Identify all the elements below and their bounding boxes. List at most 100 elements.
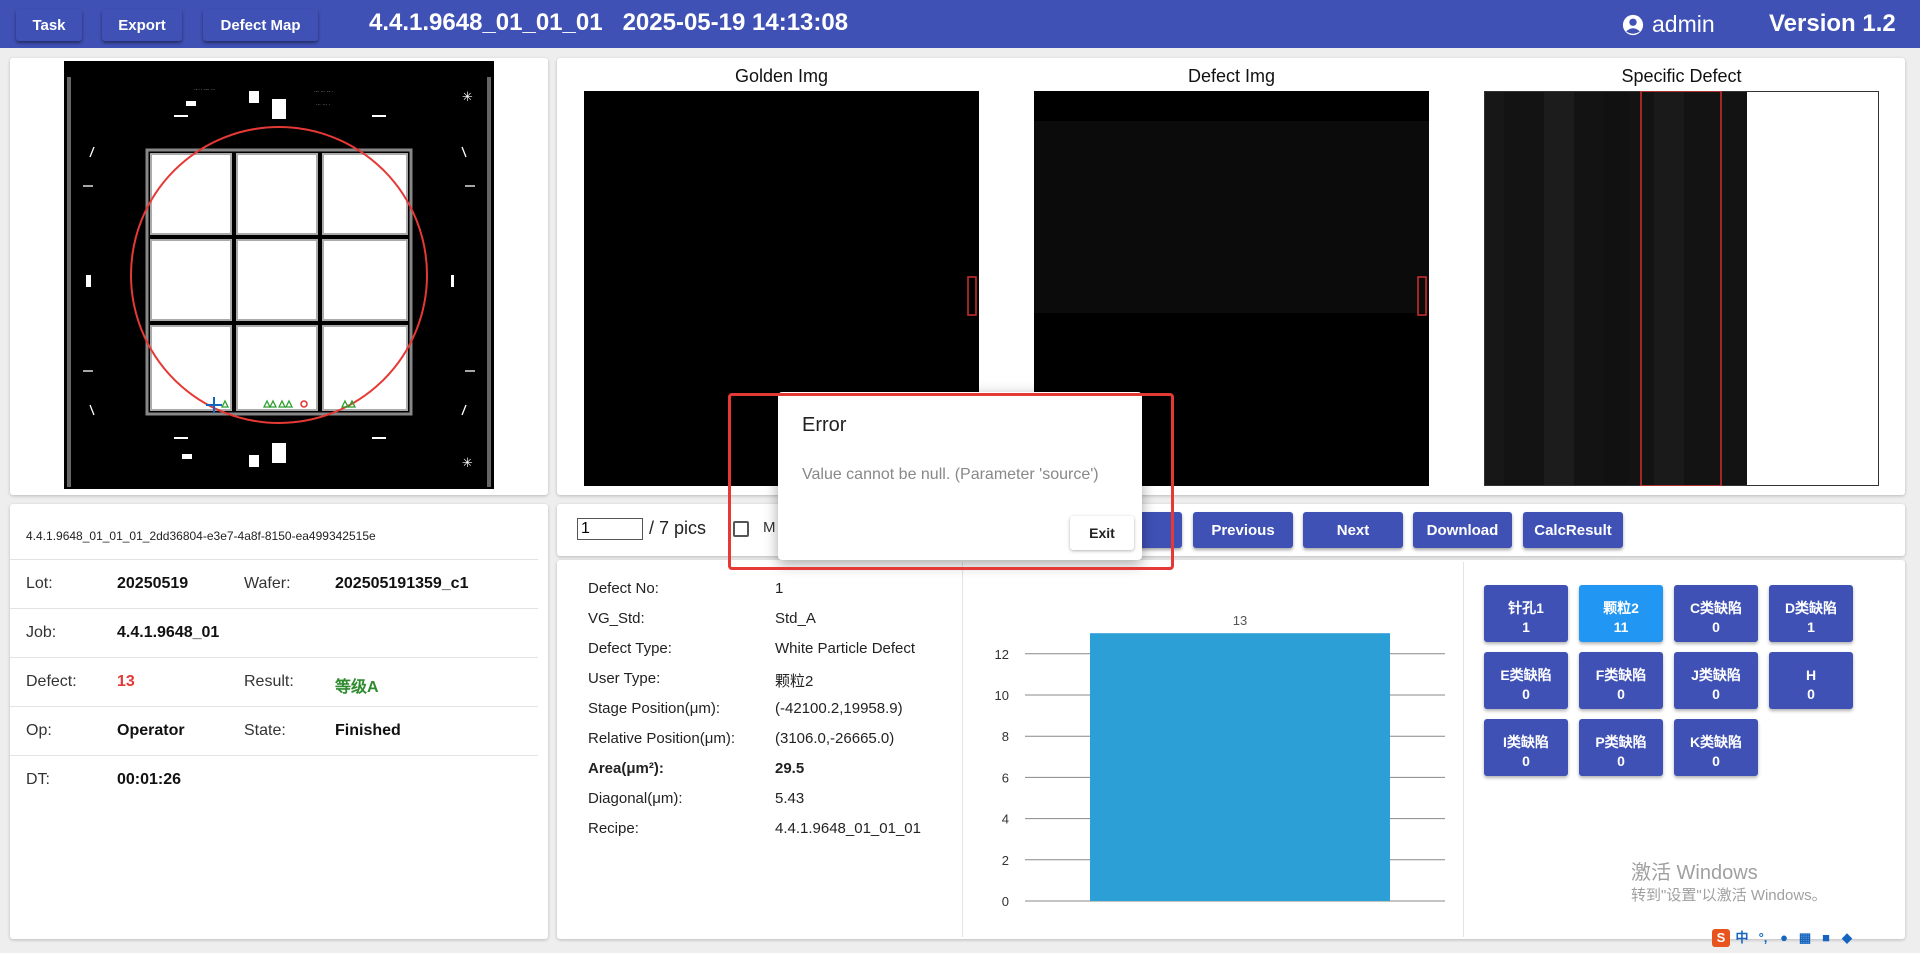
keyboard-icon[interactable]: ▦ bbox=[1796, 929, 1814, 947]
category-button[interactable]: K类缺陷 0 bbox=[1674, 719, 1758, 776]
category-button[interactable]: P类缺陷 0 bbox=[1579, 719, 1663, 776]
chart-bar[interactable] bbox=[1090, 633, 1390, 901]
defect-count: 13 bbox=[117, 673, 135, 690]
page-total: / 7 pics bbox=[649, 518, 707, 538]
category-name: D类缺陷 bbox=[1784, 599, 1838, 616]
result-label: Result: bbox=[244, 673, 294, 690]
wafer-map[interactable]: ✳ ✳ ·- ·· ·-- ··· ··- ··· ·- · ··· ··· · bbox=[64, 61, 494, 489]
golden-img-label: Golden Img bbox=[734, 66, 829, 86]
activation-watermark-text: 转到"设置"以激活 Windows。 bbox=[1631, 887, 1827, 904]
recipe-value: 4.4.1.9648_01_01_01 bbox=[775, 820, 921, 837]
diagonal-value: 5.43 bbox=[775, 790, 805, 807]
category-button[interactable]: E类缺陷 0 bbox=[1484, 652, 1568, 709]
sogou-s-icon[interactable]: S bbox=[1712, 929, 1730, 947]
recipe-label: Recipe: bbox=[588, 820, 639, 837]
defect-label: Defect: bbox=[26, 673, 77, 690]
export-button[interactable]: Export bbox=[102, 9, 182, 41]
activation-watermark-title: 激活 Windows bbox=[1631, 862, 1758, 884]
defect-no-value: 1 bbox=[775, 580, 784, 597]
divider bbox=[10, 755, 538, 756]
defect-img-label: Defect Img bbox=[1187, 66, 1276, 86]
ime-chinese-icon[interactable]: 中 bbox=[1733, 929, 1751, 947]
download-button[interactable]: Download bbox=[1413, 512, 1512, 548]
category-count: 1 bbox=[1522, 618, 1530, 635]
category-button[interactable]: D类缺陷 1 bbox=[1769, 585, 1853, 642]
defect-map-button[interactable]: Defect Map bbox=[203, 9, 318, 41]
toolbox-icon[interactable]: ◆ bbox=[1838, 929, 1856, 947]
stage-position-label: Stage Position(μm): bbox=[588, 700, 721, 717]
svg-text:·- ·· ·-- ···: ·- ·· ·-- ··· bbox=[194, 87, 216, 93]
wafer-label: Wafer: bbox=[244, 575, 291, 592]
relative-position-label: Relative Position(μm): bbox=[588, 730, 736, 747]
y-tick-label: 10 bbox=[995, 688, 1009, 703]
defect-bar-chart: 12 10 8 6 4 2 0 13 bbox=[995, 613, 1445, 909]
category-button[interactable]: 颗粒2 11 bbox=[1579, 585, 1663, 642]
wafer-value: 202505191359_c1 bbox=[335, 575, 469, 592]
next-button[interactable]: Next bbox=[1303, 512, 1403, 548]
wafer-map-image: ✳ ✳ ·- ·· ·-- ··· ··- ··· ·- · ··· ··· · bbox=[64, 61, 494, 489]
category-count: 0 bbox=[1712, 618, 1720, 635]
divider bbox=[10, 559, 538, 560]
y-tick-label: 0 bbox=[1002, 894, 1009, 909]
account-circle-icon bbox=[1622, 14, 1644, 35]
job-label: Job: bbox=[26, 624, 57, 641]
stage-position-value: (-42100.2,19958.9) bbox=[775, 700, 903, 717]
bar-value-label: 13 bbox=[1233, 613, 1247, 628]
area-label: Area(μm²): bbox=[588, 760, 664, 777]
user-menu[interactable]: admin bbox=[1622, 11, 1715, 38]
category-name: K类缺陷 bbox=[1689, 733, 1743, 750]
category-name: P类缺陷 bbox=[1595, 733, 1647, 750]
y-tick-label: 6 bbox=[1002, 770, 1009, 785]
category-name: H bbox=[1805, 666, 1817, 683]
lot-label: Lot: bbox=[26, 575, 53, 592]
category-count: 0 bbox=[1712, 752, 1720, 769]
dt-value: 00:01:26 bbox=[117, 771, 182, 788]
svg-text:··· ··· ·: ··· ··· · bbox=[316, 102, 331, 108]
divider bbox=[10, 608, 538, 609]
op-label: Op: bbox=[26, 722, 52, 739]
defect-type-value: White Particle Defect bbox=[775, 640, 916, 657]
svg-text:··- ··· ·- ·: ··- ··· ·- · bbox=[314, 89, 334, 95]
state-value: Finished bbox=[335, 722, 401, 739]
divider bbox=[1463, 562, 1464, 937]
defect-type-label: Defect Type: bbox=[588, 640, 672, 657]
punctuation-icon[interactable]: °, bbox=[1754, 929, 1772, 947]
ime-tray: S 中 °, ● ▦ ■ ◆ bbox=[1712, 925, 1856, 951]
category-button[interactable]: F类缺陷 0 bbox=[1579, 652, 1663, 709]
file-name: 4.4.1.9648_01_01_01_2dd36804-e3e7-4a8f-8… bbox=[26, 529, 376, 543]
task-button[interactable]: Task bbox=[16, 9, 82, 41]
category-name: J类缺陷 bbox=[1691, 666, 1741, 683]
category-button[interactable]: J类缺陷 0 bbox=[1674, 652, 1758, 709]
svg-text:✳: ✳ bbox=[462, 90, 473, 105]
calc-result-button[interactable]: CalcResult bbox=[1523, 512, 1623, 548]
dt-label: DT: bbox=[26, 771, 50, 788]
lot-value: 20250519 bbox=[117, 575, 189, 592]
category-count: 0 bbox=[1807, 685, 1815, 702]
y-tick-label: 4 bbox=[1002, 812, 1009, 827]
category-button[interactable]: H0 bbox=[1769, 652, 1853, 709]
category-count: 0 bbox=[1712, 685, 1720, 702]
microphone-icon[interactable]: ● bbox=[1775, 929, 1793, 947]
user-type-value: 颗粒2 bbox=[775, 673, 814, 690]
y-tick-label: 2 bbox=[1002, 853, 1009, 868]
specific-defect-image bbox=[1484, 91, 1879, 486]
category-count: 0 bbox=[1522, 752, 1530, 769]
divider bbox=[962, 562, 963, 937]
previous-button[interactable]: Previous bbox=[1193, 512, 1293, 548]
category-button[interactable]: 针孔1 1 bbox=[1484, 585, 1568, 642]
divider bbox=[10, 657, 538, 658]
category-count: 11 bbox=[1613, 618, 1629, 635]
category-button[interactable]: I类缺陷 0 bbox=[1484, 719, 1568, 776]
category-button[interactable]: C类缺陷 0 bbox=[1674, 585, 1758, 642]
category-name: 针孔1 bbox=[1508, 599, 1544, 616]
job-title: 4.4.1.9648_01_01_01 2025-05-19 14:13:08 bbox=[369, 9, 849, 36]
category-name: 颗粒2 bbox=[1603, 599, 1639, 616]
state-label: State: bbox=[244, 722, 286, 739]
category-count: 0 bbox=[1522, 685, 1530, 702]
category-count: 0 bbox=[1617, 685, 1625, 702]
page-input[interactable] bbox=[577, 518, 643, 540]
vg-std-label: VG_Std: bbox=[588, 610, 645, 627]
skin-icon[interactable]: ■ bbox=[1817, 929, 1835, 947]
top-app-bar: Task Export Defect Map 4.4.1.9648_01_01_… bbox=[0, 0, 1920, 48]
category-count: 1 bbox=[1807, 618, 1815, 635]
